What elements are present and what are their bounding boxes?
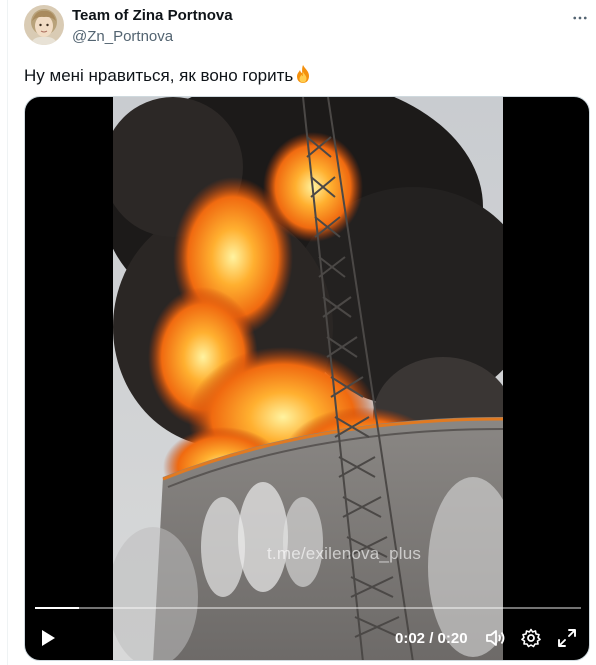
video-player[interactable]: t.me/exilenova_plus 0:02 / 0:20 — [24, 96, 590, 661]
volume-icon[interactable] — [484, 627, 506, 649]
settings-icon[interactable] — [520, 627, 542, 649]
tweet-text: Ну мені нравиться, як воно горить — [24, 64, 312, 86]
play-icon[interactable] — [37, 627, 59, 649]
progress-bar[interactable] — [35, 607, 581, 609]
tweet-card: Team of Zina Portnova @Zn_Portnova Ну ме… — [0, 0, 596, 665]
video-frame-fire — [113, 97, 503, 660]
video-time: 0:02 / 0:20 — [395, 630, 468, 647]
fire-emoji-icon — [294, 64, 312, 84]
video-watermark: t.me/exilenova_plus — [267, 544, 422, 563]
tweet-body: Ну мені нравиться, як воно горить — [24, 66, 294, 85]
avatar-portrait-icon — [24, 5, 64, 45]
more-options-icon[interactable] — [568, 6, 592, 30]
progress-fill — [35, 607, 79, 609]
author-handle[interactable]: @Zn_Portnova — [72, 28, 173, 45]
thread-divider — [7, 0, 8, 665]
author-name[interactable]: Team of Zina Portnova — [72, 7, 233, 24]
fullscreen-icon[interactable] — [556, 627, 578, 649]
avatar[interactable] — [24, 5, 64, 45]
